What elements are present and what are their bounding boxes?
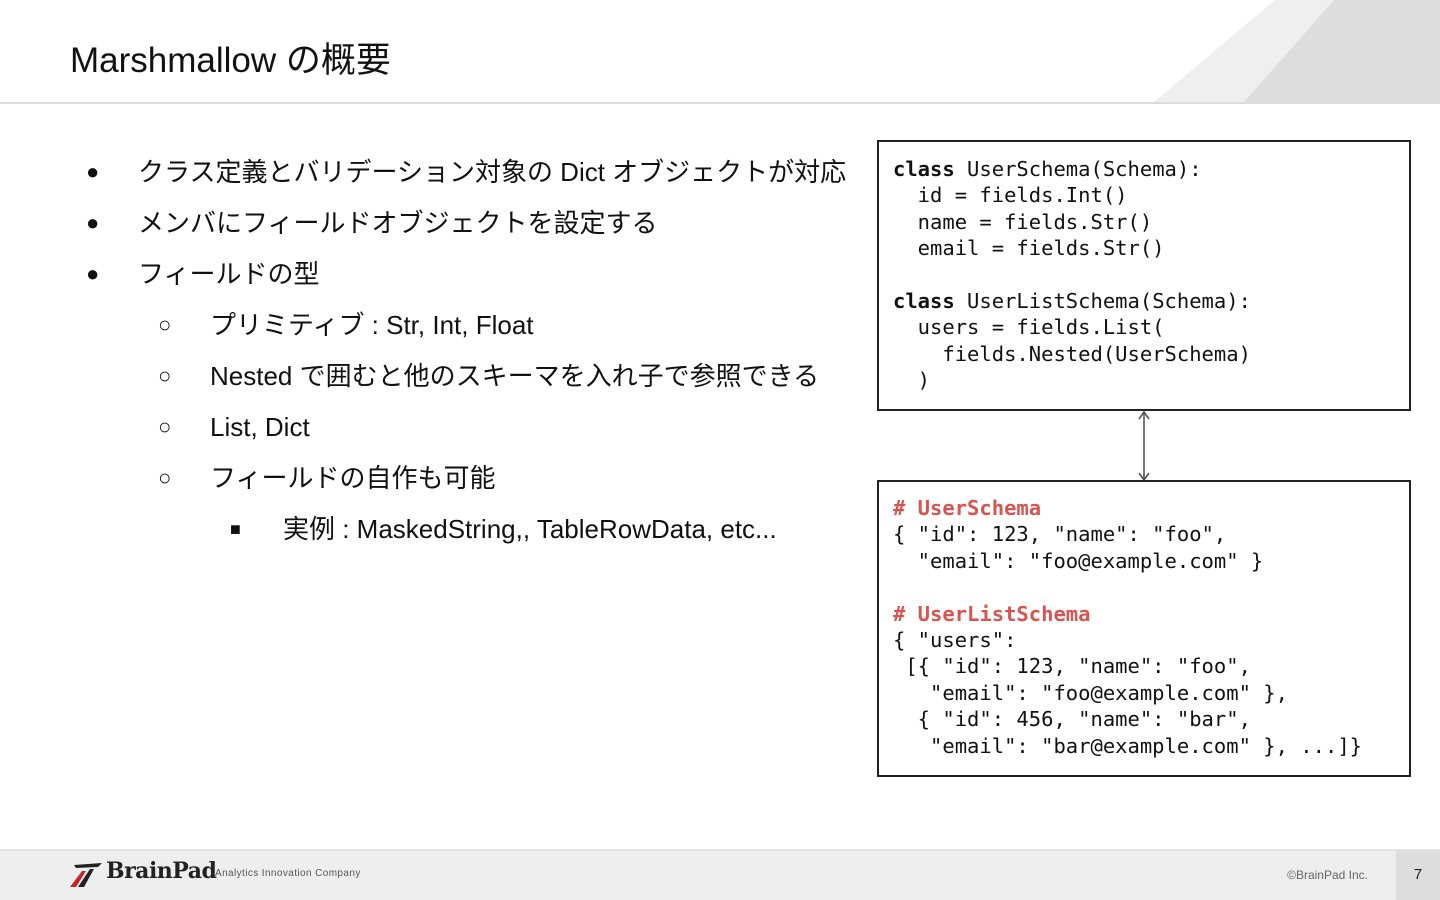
logo-text: BrainPad	[106, 858, 217, 884]
code-line: UserSchema(Schema):	[954, 157, 1202, 181]
sub-bullet-text: フィールドの自作も可能	[210, 463, 496, 493]
bullet-marker: ●	[86, 261, 100, 286]
code-line: { "users":	[893, 628, 1017, 653]
schema-code: class UserSchema(Schema): id = fields.In…	[893, 156, 1251, 394]
keyword-class: class	[893, 157, 955, 181]
sub-bullet-text: Nested で囲むと他のスキーマを入れ子で参照できる	[210, 361, 820, 391]
slide-footer: BrainPad Analytics Innovation Company ©B…	[0, 849, 1440, 900]
code-comment: # UserListSchema	[893, 601, 1091, 626]
page-number-box: 7	[1396, 851, 1440, 900]
sub-bullet-text: List, Dict	[210, 412, 310, 442]
sub-bullet-marker: ○	[158, 414, 172, 439]
code-line: users = fields.List(	[893, 315, 1165, 340]
sub-bullet-text: プリミティブ : Str, Int, Float	[210, 310, 534, 340]
bullet-marker: ●	[86, 159, 100, 184]
keyword-class: class	[893, 289, 955, 314]
code-line: UserListSchema(Schema):	[954, 289, 1251, 314]
json-example: # UserSchema { "id": 123, "name": "foo",…	[893, 495, 1362, 759]
sub-bullet-marker: ○	[158, 363, 172, 388]
double-arrow-icon	[1138, 410, 1150, 482]
square-bullet-marker: ■	[230, 519, 241, 539]
schema-code-box: class UserSchema(Schema): id = fields.In…	[877, 140, 1411, 411]
header-decoration	[1154, 0, 1440, 102]
code-line: fields.Nested(UserSchema)	[893, 341, 1251, 366]
bullet-text: メンバにフィールドオブジェクトを設定する	[138, 208, 658, 238]
code-line: id = fields.Int()	[893, 183, 1128, 208]
sub-bullet-marker: ○	[158, 465, 172, 490]
code-line: email = fields.Str()	[893, 236, 1165, 261]
code-line: "email": "foo@example.com" },	[893, 680, 1288, 705]
code-comment: # UserSchema	[893, 496, 1042, 520]
code-line: "email": "bar@example.com" }, ...]}	[893, 733, 1362, 758]
logo-tagline: Analytics Innovation Company	[215, 868, 361, 879]
code-line: [{ "id": 123, "name": "foo",	[893, 654, 1251, 679]
bullet-text: フィールドの型	[138, 259, 320, 289]
code-line: { "id": 456, "name": "bar",	[893, 707, 1251, 732]
code-line: { "id": 123, "name": "foo",	[893, 522, 1227, 547]
bullet-marker: ●	[86, 210, 100, 235]
copyright-text: ©BrainPad Inc.	[1287, 868, 1368, 882]
code-line: "email": "foo@example.com" }	[893, 548, 1264, 573]
page-number: 7	[1413, 866, 1423, 883]
code-line: name = fields.Str()	[893, 209, 1153, 234]
bullet-text: クラス定義とバリデーション対象の Dict オブジェクトが対応	[138, 157, 847, 187]
slide-header: Marshmallow の概要	[0, 0, 1440, 104]
code-line: )	[893, 368, 931, 393]
brainpad-logo-icon	[70, 863, 102, 887]
json-example-box: # UserSchema { "id": 123, "name": "foo",…	[877, 480, 1411, 777]
sub-bullet-marker: ○	[158, 312, 172, 337]
sub-sub-bullet-text: 実例 : MaskedString,, TableRowData, etc...	[283, 514, 777, 544]
slide-title: Marshmallow の概要	[70, 41, 391, 80]
